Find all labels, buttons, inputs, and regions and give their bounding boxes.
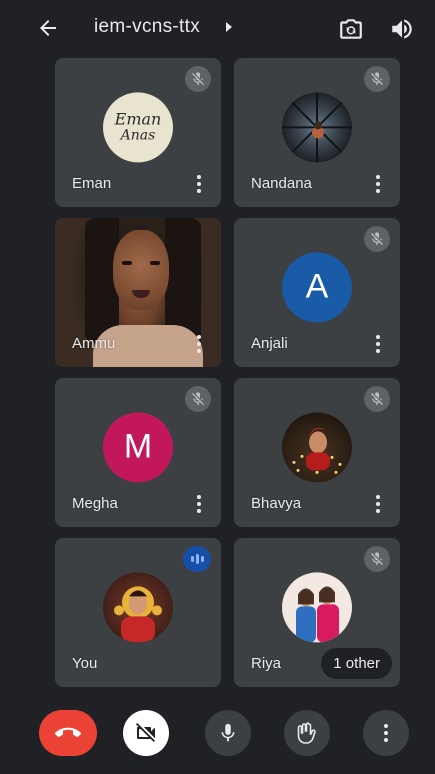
participant-name: You: [72, 655, 98, 672]
phone-hangup-icon: [55, 727, 81, 738]
participant-tile-nandana[interactable]: Nandana: [234, 58, 400, 207]
participant-name: Eman: [72, 175, 112, 192]
raise-hand-button[interactable]: [284, 710, 330, 756]
end-call-button[interactable]: [39, 710, 97, 756]
participant-tile-ammu[interactable]: Ammu: [55, 218, 221, 367]
others-count-chip[interactable]: 1 other: [321, 648, 392, 679]
avatar-riya: [282, 571, 352, 642]
mic-off-icon: [364, 66, 390, 92]
participant-name: Anjali: [251, 335, 288, 352]
participant-name: Bhavya: [251, 495, 302, 512]
avatar-letter: A: [305, 267, 329, 306]
flip-camera-icon[interactable]: [338, 16, 364, 42]
more-vert-icon: [384, 724, 388, 742]
mic-button[interactable]: [205, 710, 251, 756]
avatar-nandana: [282, 91, 352, 162]
participant-name: Nandana: [251, 175, 312, 192]
participant-tile-you[interactable]: You: [55, 538, 221, 687]
avatar-you: [103, 571, 173, 642]
avatar-text-line1: Eman: [114, 109, 162, 129]
participant-name: Megha: [72, 495, 118, 512]
participant-tile-riya[interactable]: Riya 1 other: [234, 538, 400, 687]
hand-icon: [297, 722, 316, 744]
more-options-button[interactable]: [363, 710, 409, 756]
more-vert-icon[interactable]: [372, 173, 384, 195]
more-vert-icon[interactable]: [193, 173, 205, 195]
avatar-anjali: A: [282, 251, 352, 322]
top-bar: iem-vcns-ttx: [0, 0, 435, 58]
more-vert-icon[interactable]: [372, 333, 384, 355]
back-arrow-icon[interactable]: [36, 16, 60, 40]
video-off-icon: [136, 723, 155, 742]
more-vert-icon[interactable]: [372, 493, 384, 515]
more-vert-icon[interactable]: [193, 333, 205, 355]
mic-off-icon: [364, 386, 390, 412]
camera-toggle-button[interactable]: [123, 710, 169, 756]
meeting-code-title[interactable]: iem-vcns-ttx: [94, 16, 200, 38]
more-vert-icon[interactable]: [193, 493, 205, 515]
mic-icon: [221, 723, 235, 742]
mic-off-icon: [185, 66, 211, 92]
participant-tile-anjali[interactable]: A Anjali: [234, 218, 400, 367]
avatar-megha: M: [103, 411, 173, 482]
caret-right-icon[interactable]: [226, 22, 232, 32]
participant-tile-eman[interactable]: Eman Anas Eman: [55, 58, 221, 207]
call-controls-bar: [0, 700, 435, 774]
participant-tile-bhavya[interactable]: Bhavya: [234, 378, 400, 527]
avatar-text-line2: Anas: [120, 126, 156, 143]
mic-off-icon: [185, 386, 211, 412]
participant-name: Ammu: [72, 335, 116, 352]
speaking-indicator-icon: [183, 546, 211, 572]
avatar-letter: M: [123, 427, 153, 466]
avatar-bhavya: [282, 411, 352, 482]
participant-tile-megha[interactable]: M Megha: [55, 378, 221, 527]
avatar-eman: Eman Anas: [103, 91, 173, 162]
mic-off-icon: [364, 226, 390, 252]
speaker-icon[interactable]: [389, 16, 415, 42]
mic-off-icon: [364, 546, 390, 572]
participant-name: Riya: [251, 655, 282, 672]
